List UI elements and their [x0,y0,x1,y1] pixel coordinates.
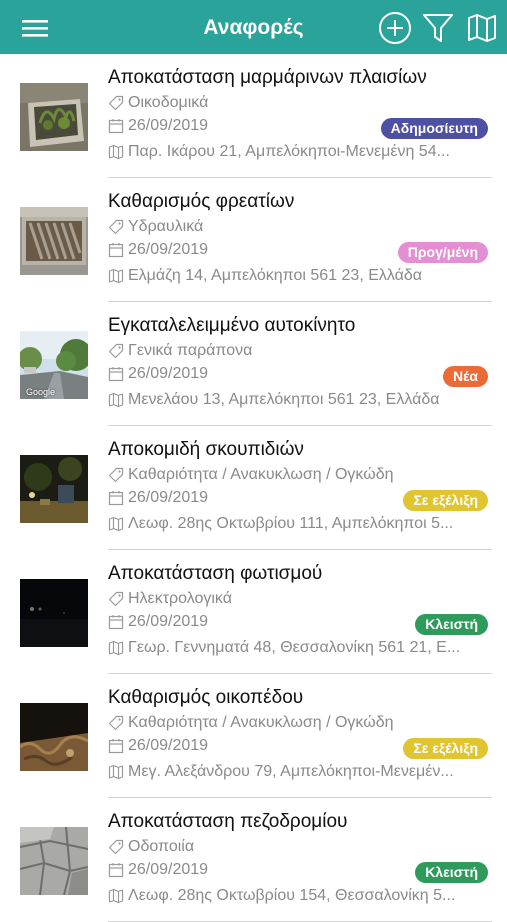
report-title: Αποκατάσταση πεζοδρομίου [108,811,348,832]
map-icon [108,144,124,160]
report-thumbnail [20,455,88,523]
status-badge: Σε εξέλιξη [403,490,488,511]
map-icon [108,516,124,532]
report-address: Γεωρ. Γεννηματά 48, Θεσσαλονίκη 561 21, … [108,639,488,657]
reports-list: Αποκατάσταση μαρμάρινων πλαισίων Οικοδομ… [0,54,507,922]
report-address: Λεωφ. 28ης Οκτωβρίου 154, Θεσσαλονίκη 5.… [108,887,488,905]
status-badge: Σε εξέλιξη [403,738,488,759]
tag-icon [108,343,124,359]
report-thumbnail [20,827,88,895]
map-icon [108,392,124,408]
map-icon [108,268,124,284]
report-date: 26/09/2019 [108,117,208,135]
report-item[interactable]: Αποκατάσταση φωτισμού Ηλεκτρολογικά 26/0… [0,550,507,674]
report-date: 26/09/2019 [108,241,208,259]
status-badge: Προγ/μένη [397,242,488,263]
report-category: Ηλεκτρολογικά [108,590,232,608]
report-item[interactable]: Καθαρισμός φρεατίων Υδραυλικά 26/09/2019… [0,178,507,302]
report-category: Γενικά παράπονα [108,342,252,360]
map-icon [468,14,496,42]
map-icon [108,888,124,904]
tag-icon [108,715,124,731]
map-icon [108,640,124,656]
report-item[interactable]: Αποκατάσταση πεζοδρομίου Οδοποιία 26/09/… [0,798,507,922]
status-badge: Νέα [442,366,488,387]
add-circle-icon [379,12,411,44]
report-address: Μενελάου 13, Αμπελόκηποι 561 23, Ελλάδα [108,391,488,409]
report-address: Ελμάζη 14, Αμπελόκηποι 561 23, Ελλάδα [108,267,488,285]
status-badge: Κλειστή [415,862,488,883]
report-title: Αποκατάσταση φωτισμού [108,563,323,584]
calendar-icon [108,863,124,878]
report-date: 26/09/2019 [108,613,208,631]
status-badge: Κλειστή [415,614,488,635]
thumbnail-caption: Google [26,387,56,397]
report-item[interactable]: Google Εγκαταλελειμμένο αυτοκίνητο Γενικ… [0,302,507,426]
filter-icon [423,14,453,42]
report-thumbnail [20,703,88,771]
report-item[interactable]: Αποκατάσταση μαρμάρινων πλαισίων Οικοδομ… [0,54,507,178]
calendar-icon [108,615,124,630]
report-category: Καθαριότητα / Ανακυκλωση / Ογκώδη [108,714,394,732]
report-date: 26/09/2019 [108,737,208,755]
report-item[interactable]: Αποκομιδή σκουπιδιών Καθαριότητα / Ανακυ… [0,426,507,550]
report-category: Οικοδομικά [108,94,208,112]
tag-icon [108,467,124,483]
report-date: 26/09/2019 [108,365,208,383]
tag-icon [108,95,124,111]
report-address: Λεωφ. 28ης Οκτωβρίου 111, Αμπελόκηποι 5.… [108,515,488,533]
report-thumbnail [20,83,88,151]
report-category: Υδραυλικά [108,218,203,236]
report-date: 26/09/2019 [108,489,208,507]
report-title: Αποκομιδή σκουπιδιών [108,439,304,460]
tag-icon [108,591,124,607]
report-date: 26/09/2019 [108,861,208,879]
report-title: Καθαρισμός οικοπέδου [108,687,304,708]
report-title: Εγκαταλελειμμένο αυτοκίνητο [108,315,356,336]
add-report-button[interactable] [378,11,412,45]
report-thumbnail: Google [20,331,88,399]
menu-button[interactable] [18,11,52,45]
status-badge: Αδημοσίευτη [380,118,488,139]
menu-icon [22,20,48,37]
calendar-icon [108,491,124,506]
report-item[interactable]: Καθαρισμός οικοπέδου Καθαριότητα / Ανακυ… [0,674,507,798]
report-address: Μεγ. Αλεξάνδρου 79, Αμπελόκηποι-Μενεμέν.… [108,763,488,781]
app-header: Αναφορές [0,0,507,54]
calendar-icon [108,739,124,754]
report-category: Οδοποιία [108,838,194,856]
report-thumbnail [20,207,88,275]
map-icon [108,764,124,780]
tag-icon [108,219,124,235]
calendar-icon [108,243,124,258]
report-category: Καθαριότητα / Ανακυκλωση / Ογκώδη [108,466,394,484]
calendar-icon [108,119,124,134]
report-thumbnail [20,579,88,647]
report-title: Καθαρισμός φρεατίων [108,191,295,212]
calendar-icon [108,367,124,382]
tag-icon [108,839,124,855]
filter-button[interactable] [421,11,455,45]
map-view-button[interactable] [465,11,499,45]
report-title: Αποκατάσταση μαρμάρινων πλαισίων [108,67,427,88]
report-address: Παρ. Ικάρου 21, Αμπελόκηποι-Μενεμένη 54.… [108,143,488,161]
